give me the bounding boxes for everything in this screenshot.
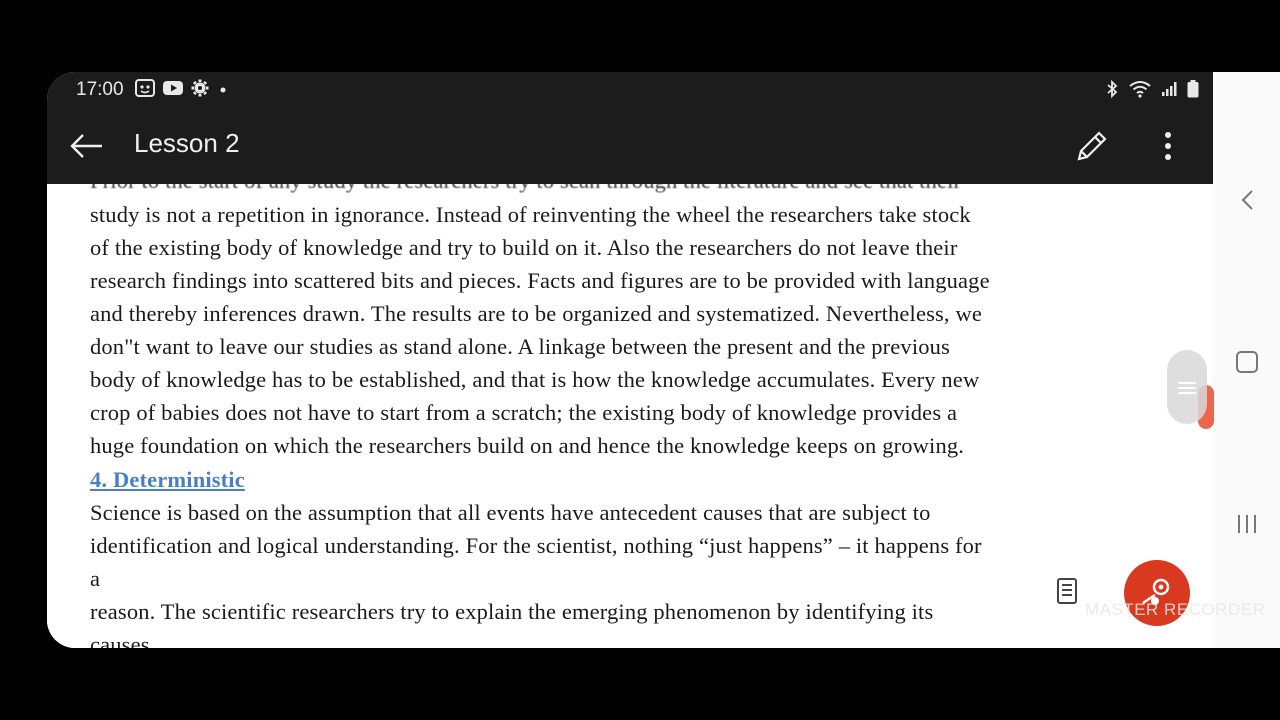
arrow-left-icon <box>70 134 102 158</box>
doc-line: Science is based on the assumption that … <box>90 500 931 525</box>
app-bar: Lesson 2 <box>47 108 1213 184</box>
page-title: Lesson 2 <box>134 128 240 158</box>
gear-icon <box>191 79 209 103</box>
screen-frame: 17:00 Lesson 2 study is not a repetition… <box>0 0 1280 720</box>
square-home-icon <box>1235 351 1258 373</box>
bluetooth-icon <box>1105 79 1119 104</box>
doc-line: body of knowledge has to be established,… <box>90 367 980 392</box>
nav-home-button[interactable] <box>1213 332 1280 392</box>
status-left-icons <box>135 79 229 103</box>
doc-line: huge foundation on which the researchers… <box>90 433 965 458</box>
document-viewer[interactable]: Prior to the start of any study the rese… <box>47 184 1213 648</box>
wifi-icon <box>1129 80 1151 104</box>
document-reader-icon <box>1057 578 1077 604</box>
doc-line: crop of babies does not have to start fr… <box>90 400 958 425</box>
doc-line: causes. <box>90 632 156 648</box>
status-right-icons <box>1105 79 1199 104</box>
doc-line: and thereby inferences drawn. The result… <box>90 301 982 326</box>
dot-icon <box>217 80 229 102</box>
edit-button[interactable] <box>1073 126 1111 166</box>
navigation-bar <box>1213 72 1280 648</box>
nav-recents-button[interactable] <box>1213 494 1280 554</box>
face-icon <box>135 79 155 103</box>
recorder-watermark: MASTER RECORDER <box>1085 600 1266 619</box>
back-button[interactable] <box>67 128 107 164</box>
fast-scroll-handle[interactable] <box>1167 350 1207 424</box>
scroll-grip-icon <box>1178 382 1196 394</box>
more-vertical-icon <box>1165 132 1171 160</box>
recents-icon <box>1237 515 1256 533</box>
nav-back-button[interactable] <box>1213 170 1280 230</box>
doc-line-cut: Prior to the start of any study the rese… <box>90 184 961 194</box>
status-time: 17:00 <box>76 79 124 100</box>
chevron-left-icon <box>1241 190 1253 210</box>
section-heading-link[interactable]: 4. Deterministic <box>90 467 245 493</box>
doc-line: don"t want to leave our studies as stand… <box>90 334 950 359</box>
youtube-icon <box>163 80 183 102</box>
doc-line: identification and logical understanding… <box>90 533 982 558</box>
doc-line: of the existing body of knowledge and tr… <box>90 235 958 260</box>
more-options-button[interactable] <box>1153 126 1183 166</box>
pencil-icon <box>1077 131 1107 161</box>
doc-line: research findings into scattered bits an… <box>90 268 990 293</box>
doc-line: a <box>90 566 101 591</box>
doc-line: reason. The scientific researchers try t… <box>90 599 934 624</box>
status-bar: 17:00 <box>47 72 1213 108</box>
battery-icon <box>1187 80 1199 104</box>
phone-screen: 17:00 Lesson 2 study is not a repetition… <box>47 72 1213 648</box>
signal-icon <box>1161 81 1177 103</box>
doc-line: study is not a repetition in ignorance. … <box>90 202 971 227</box>
